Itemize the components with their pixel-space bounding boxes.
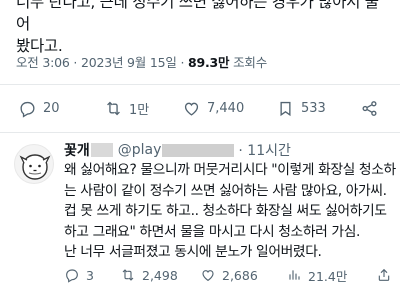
tweet-action-bar: 20 1만 7,440 533 xyxy=(0,88,400,128)
tweet-main: 너무 탄다고, 근데 정수기 쓰면 싫어하는 경우가 많아서 물어 봤다고. 오… xyxy=(16,0,392,70)
retweet-icon xyxy=(122,269,134,281)
divider xyxy=(0,84,400,85)
reply-body-line: 는 사람이 같이 정수기 쓰면 싫어하는 사람 많아요, 아가씨. xyxy=(64,182,387,199)
heart-icon xyxy=(202,270,214,281)
reply-reply-count: 3 xyxy=(86,267,94,283)
name-redaction xyxy=(90,143,113,157)
bookmark-count: 533 xyxy=(301,100,326,116)
share-icon xyxy=(378,268,390,281)
handle-redaction xyxy=(162,143,235,157)
reply-views-count: 21.4만 xyxy=(308,268,348,284)
heart-icon xyxy=(184,102,199,116)
avatar[interactable] xyxy=(14,144,54,184)
reply-author-name[interactable]: 꽃개 xyxy=(64,140,90,160)
avatar-dog-icon xyxy=(19,154,51,180)
tweet-view-count: 89.3만 xyxy=(188,55,230,70)
reply-count: 20 xyxy=(43,100,60,116)
reply-share-button[interactable] xyxy=(376,260,392,290)
reply-icon xyxy=(66,269,78,283)
reply-action-bar: 3 2,498 2,686 21.4만 xyxy=(0,260,400,290)
like-button[interactable]: 7,440 xyxy=(182,88,244,128)
reply-body-line: 왜 싫어해요? 물으니까 머뭇거리시다 "이렇게 화장실 청소하 xyxy=(64,162,396,178)
bookmark-icon xyxy=(280,101,291,116)
reply-body-line: 하고 그래요" 하면서 물을 마시고 다시 청소하러 가심. xyxy=(64,223,360,240)
analytics-icon xyxy=(289,270,300,280)
reply-retweet-count: 2,498 xyxy=(142,267,178,283)
retweet-button[interactable]: 1만 xyxy=(104,88,149,128)
tweet-views-label: 조회수 xyxy=(229,55,268,70)
reply-tweet: 꽃개 @play · 11시간 왜 싫어해요? 물으니까 머뭇거리시다 "이렇게… xyxy=(0,140,400,300)
reply-views-button[interactable]: 21.4만 xyxy=(286,260,347,290)
tweet-timestamp[interactable]: 오전 3:06 · 2023년 9월 15일 · xyxy=(16,55,188,70)
reply-header: 꽃개 @play · 11시간 xyxy=(64,140,291,160)
reply-author-handle[interactable]: @play xyxy=(118,142,162,158)
reply-body: 왜 싫어해요? 물으니까 머뭇거리시다 "이렇게 화장실 청소하 는 사람이 같… xyxy=(64,160,396,263)
like-count: 7,440 xyxy=(207,100,245,116)
reply-body-line: 컵 못 쓰게 하기도 하고.. 청소하다 화장실 써도 싫어하기도 xyxy=(64,203,387,219)
reply-like-button[interactable]: 2,686 xyxy=(200,260,258,290)
reply-button[interactable]: 20 xyxy=(18,88,60,128)
retweet-icon xyxy=(107,101,120,115)
retweet-count: 1만 xyxy=(129,102,150,118)
tweet-text-line-1: 너무 탄다고, 근데 정수기 쓰면 싫어하는 경우가 많아서 물어 xyxy=(16,0,379,33)
tweet-meta: 오전 3:06 · 2023년 9월 15일 · 89.3만 조회수 xyxy=(16,52,267,71)
bookmark-button[interactable]: 533 xyxy=(276,88,326,128)
reply-reply-button[interactable]: 3 xyxy=(64,260,94,290)
share-icon xyxy=(362,100,377,116)
reply-retweet-button[interactable]: 2,498 xyxy=(120,260,178,290)
divider xyxy=(0,132,400,133)
reply-like-count: 2,686 xyxy=(222,267,258,283)
reply-icon xyxy=(20,101,35,118)
share-button[interactable] xyxy=(360,88,379,128)
reply-timestamp[interactable]: · 11시간 xyxy=(238,140,290,160)
